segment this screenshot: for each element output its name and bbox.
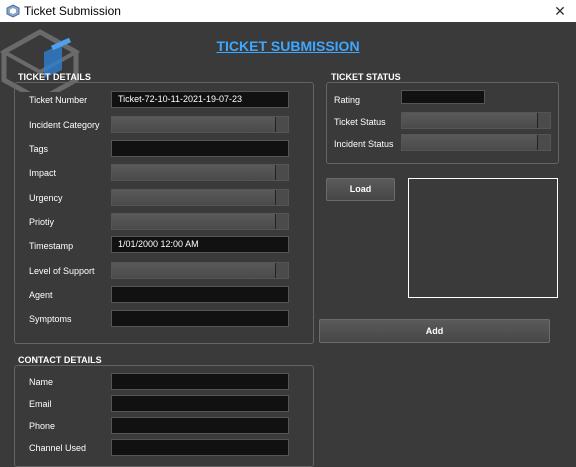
timestamp-label: Timestamp xyxy=(29,241,74,251)
dropdown-arrow-icon xyxy=(537,135,550,150)
level-of-support-dropdown[interactable] xyxy=(111,262,289,279)
symptoms-field[interactable] xyxy=(111,310,289,327)
priority-label: Priotiy xyxy=(29,217,55,227)
timestamp-field[interactable]: 1/01/2000 12:00 AM xyxy=(111,236,289,253)
dropdown-arrow-icon xyxy=(275,190,288,205)
urgency-label: Urgency xyxy=(29,193,63,203)
incident-category-dropdown[interactable] xyxy=(111,116,289,133)
phone-field[interactable] xyxy=(111,417,289,434)
close-icon[interactable]: ✕ xyxy=(544,0,576,22)
dropdown-arrow-icon xyxy=(275,263,288,278)
incident-category-label: Incident Category xyxy=(29,120,100,130)
agent-label: Agent xyxy=(29,290,53,300)
urgency-dropdown[interactable] xyxy=(111,189,289,206)
dropdown-arrow-icon xyxy=(275,165,288,180)
incident-status-label: Incident Status xyxy=(334,139,394,149)
dropdown-arrow-icon xyxy=(275,214,288,229)
ticket-number-field[interactable]: Ticket-72-10-11-2021-19-07-23 xyxy=(111,91,289,108)
load-button[interactable]: Load xyxy=(326,178,395,201)
rating-label: Rating xyxy=(334,95,361,105)
app-icon xyxy=(6,4,20,18)
email-field[interactable] xyxy=(111,395,289,412)
ticket-status-title: TICKET STATUS xyxy=(331,72,401,82)
contact-details-title: CONTACT DETAILS xyxy=(18,355,102,365)
channel-used-field[interactable] xyxy=(111,439,289,456)
impact-dropdown[interactable] xyxy=(111,164,289,181)
ticket-status-dropdown[interactable] xyxy=(401,112,551,129)
impact-label: Impact xyxy=(29,168,57,178)
image-preview xyxy=(408,178,558,298)
name-label: Name xyxy=(29,377,54,387)
name-field[interactable] xyxy=(111,373,289,390)
ticket-status-label: Ticket Status xyxy=(334,117,386,127)
phone-label: Phone xyxy=(29,421,56,431)
window-title: Ticket Submission xyxy=(24,4,121,18)
page-title: TICKET SUBMISSION xyxy=(216,38,360,54)
channel-used-label: Channel Used xyxy=(29,443,87,453)
symptoms-label: Symptoms xyxy=(29,314,72,324)
rating-field[interactable] xyxy=(401,90,485,104)
ticket-details-title: TICKET DETAILS xyxy=(18,72,91,82)
dropdown-arrow-icon xyxy=(537,113,550,128)
incident-status-dropdown[interactable] xyxy=(401,134,551,151)
add-button[interactable]: Add xyxy=(319,319,550,343)
ticket-number-label: Ticket Number xyxy=(29,95,88,105)
tags-field[interactable] xyxy=(111,140,289,157)
tags-label: Tags xyxy=(29,144,49,154)
agent-field[interactable] xyxy=(111,286,289,303)
level-of-support-label: Level of Support xyxy=(29,266,95,276)
email-label: Email xyxy=(29,399,52,409)
priority-dropdown[interactable] xyxy=(111,213,289,230)
window-titlebar: Ticket Submission ✕ xyxy=(0,0,576,22)
dropdown-arrow-icon xyxy=(275,117,288,132)
